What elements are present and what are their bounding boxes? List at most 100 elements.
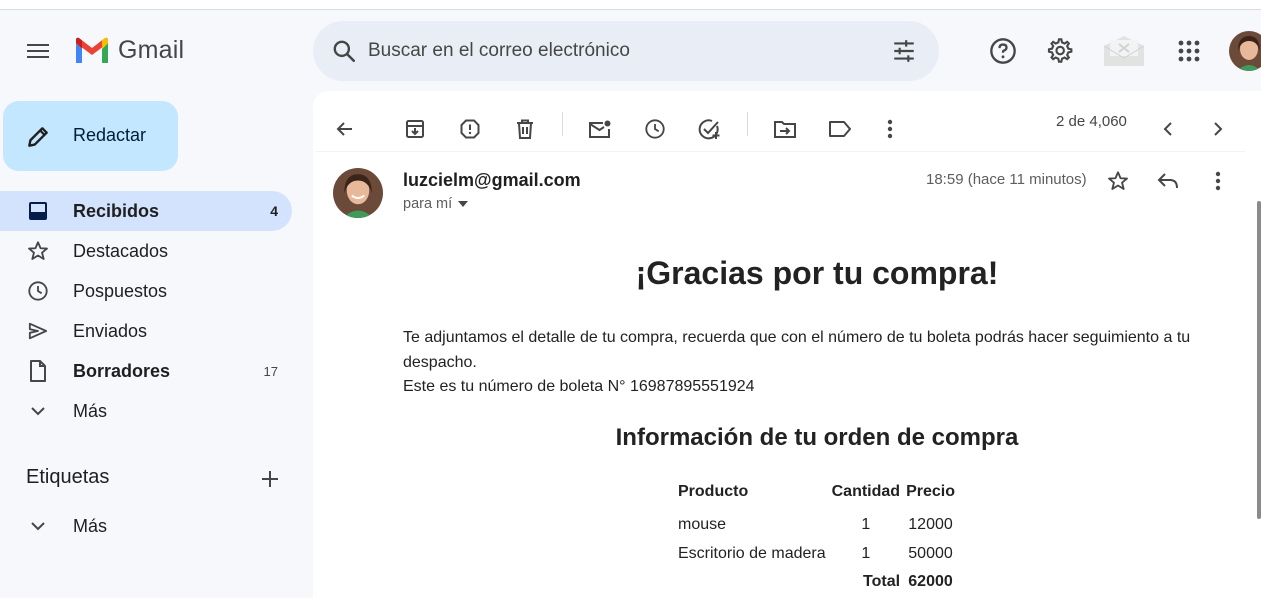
table-total-row: Total 62000: [675, 568, 958, 597]
newer-button[interactable]: [1148, 109, 1188, 149]
inbox-icon: [26, 200, 50, 222]
table-row: mouse 1 12000: [675, 511, 958, 540]
snooze-button[interactable]: [635, 109, 675, 149]
report-spam-button[interactable]: [450, 109, 490, 149]
add-task-icon: [698, 119, 720, 140]
table-cell: 50000: [908, 544, 953, 562]
chevron-down-icon: [26, 400, 50, 422]
compose-button[interactable]: Redactar: [3, 101, 178, 171]
email-body: ¡Gracias por tu compra! Te adjuntamos el…: [403, 251, 1231, 590]
search-input[interactable]: [368, 35, 868, 67]
move-to-button[interactable]: [765, 109, 805, 149]
tune-icon[interactable]: [891, 38, 917, 64]
sidebar-item-snoozed[interactable]: Pospuestos: [0, 271, 292, 311]
caret-down-icon: [458, 201, 469, 207]
column-header: Cantidad: [831, 483, 901, 500]
scrollbar-thumb[interactable]: [1257, 201, 1261, 519]
star-icon: [26, 240, 50, 262]
apps-button[interactable]: [1169, 31, 1209, 71]
avatar: [333, 168, 383, 218]
more-vert-icon: [887, 119, 893, 139]
column-header: Precio: [906, 483, 955, 500]
star-button[interactable]: [1098, 161, 1138, 201]
alert-icon: [460, 119, 480, 139]
sidebar-item-label: Destacados: [73, 241, 169, 261]
archive-button[interactable]: [395, 109, 435, 149]
sidebar-item-label: Pospuestos: [73, 281, 168, 301]
sidebar-item-label: Borradores: [73, 361, 171, 381]
table-cell: Escritorio de madera: [678, 544, 826, 562]
chevron-left-icon: [1163, 122, 1172, 136]
account-avatar[interactable]: [1229, 31, 1261, 71]
add-to-tasks-button[interactable]: [690, 109, 730, 149]
plus-icon[interactable]: [258, 467, 282, 491]
sidebar-item-label: Recibidos: [73, 201, 160, 221]
recipient-details-toggle[interactable]: para mí: [403, 196, 469, 212]
sidebar-item-starred[interactable]: Destacados: [0, 231, 292, 271]
pencil-icon: [28, 127, 48, 147]
more-options-button[interactable]: [870, 109, 910, 149]
labels-heading: Etiquetas: [26, 466, 110, 488]
sidebar-item-label: Enviados: [73, 321, 148, 341]
draft-icon: [26, 360, 50, 382]
message-time: 18:59 (hace 11 minutos): [926, 171, 1087, 188]
recipient-label: para mí: [403, 196, 453, 212]
order-table: Producto Cantidad Precio mouse 1 12000 E…: [675, 483, 958, 597]
order-heading: Información de tu orden de compra: [615, 423, 1019, 451]
search-icon[interactable]: [331, 38, 357, 64]
table-cell: 1: [861, 516, 871, 534]
total-value: 62000: [908, 573, 953, 591]
unread-count: 4: [270, 203, 278, 219]
older-button[interactable]: [1198, 109, 1238, 149]
sender-email[interactable]: luzcielm@gmail.com: [403, 170, 581, 191]
email-paragraph: Te adjuntamos el detalle de tu compra, r…: [403, 326, 1231, 400]
table-row: Escritorio de madera 1 50000: [675, 540, 958, 569]
delete-button[interactable]: [505, 109, 545, 149]
arrow-left-icon: [336, 122, 352, 136]
clock-icon: [26, 280, 50, 302]
sidebar-item-inbox[interactable]: Recibidos 4: [0, 191, 292, 231]
message-view: 2 de 4,060 luzcielm@gmail.com para mí 18…: [313, 91, 1261, 598]
back-button[interactable]: [325, 109, 365, 149]
app-name: Gmail: [118, 36, 185, 64]
star-icon: [1108, 171, 1128, 190]
chevron-right-icon: [1214, 122, 1223, 136]
pagination-text: 2 de 4,060: [1056, 113, 1127, 130]
help-icon: [990, 38, 1016, 64]
apps-icon: [1178, 40, 1200, 62]
labels-button[interactable]: [820, 109, 860, 149]
trash-icon: [517, 119, 533, 139]
settings-button[interactable]: [1039, 31, 1079, 71]
sender-avatar[interactable]: [333, 168, 383, 218]
menu-icon: [27, 44, 49, 46]
reply-button[interactable]: [1148, 161, 1188, 201]
sidebar-item-drafts[interactable]: Borradores 17: [0, 351, 292, 391]
mark-unread-button[interactable]: [580, 109, 620, 149]
receipt-number-line: Este es tu número de boleta N° 169878955…: [403, 378, 755, 395]
main-menu-button[interactable]: [18, 31, 58, 71]
message-more-button[interactable]: [1198, 161, 1238, 201]
help-button[interactable]: [983, 31, 1023, 71]
archive-icon: [406, 120, 424, 138]
chevron-down-icon: [26, 515, 50, 537]
gear-icon: [1047, 38, 1073, 63]
table-cell: 12000: [908, 516, 953, 534]
more-vert-icon: [1215, 171, 1221, 191]
mail-unread-icon: [589, 120, 611, 138]
send-icon: [26, 320, 50, 342]
avatar: [1229, 31, 1261, 71]
total-label: Total: [863, 573, 901, 591]
support-button[interactable]: [1104, 31, 1144, 71]
sidebar-item-more[interactable]: Más: [0, 391, 292, 431]
gmail-logo[interactable]: Gmail: [74, 36, 184, 65]
search-bar[interactable]: [313, 21, 939, 81]
compose-label: Redactar: [73, 125, 147, 145]
table-cell: mouse: [678, 516, 727, 534]
labels-more[interactable]: Más: [0, 506, 292, 546]
sidebar-item-sent[interactable]: Enviados: [0, 311, 292, 351]
toolbar-divider: [747, 112, 748, 136]
top-strip: [0, 0, 1261, 10]
toolbar-divider: [562, 112, 563, 136]
email-line: Te adjuntamos el detalle de tu compra, r…: [403, 329, 1191, 371]
clock-icon: [645, 119, 665, 139]
